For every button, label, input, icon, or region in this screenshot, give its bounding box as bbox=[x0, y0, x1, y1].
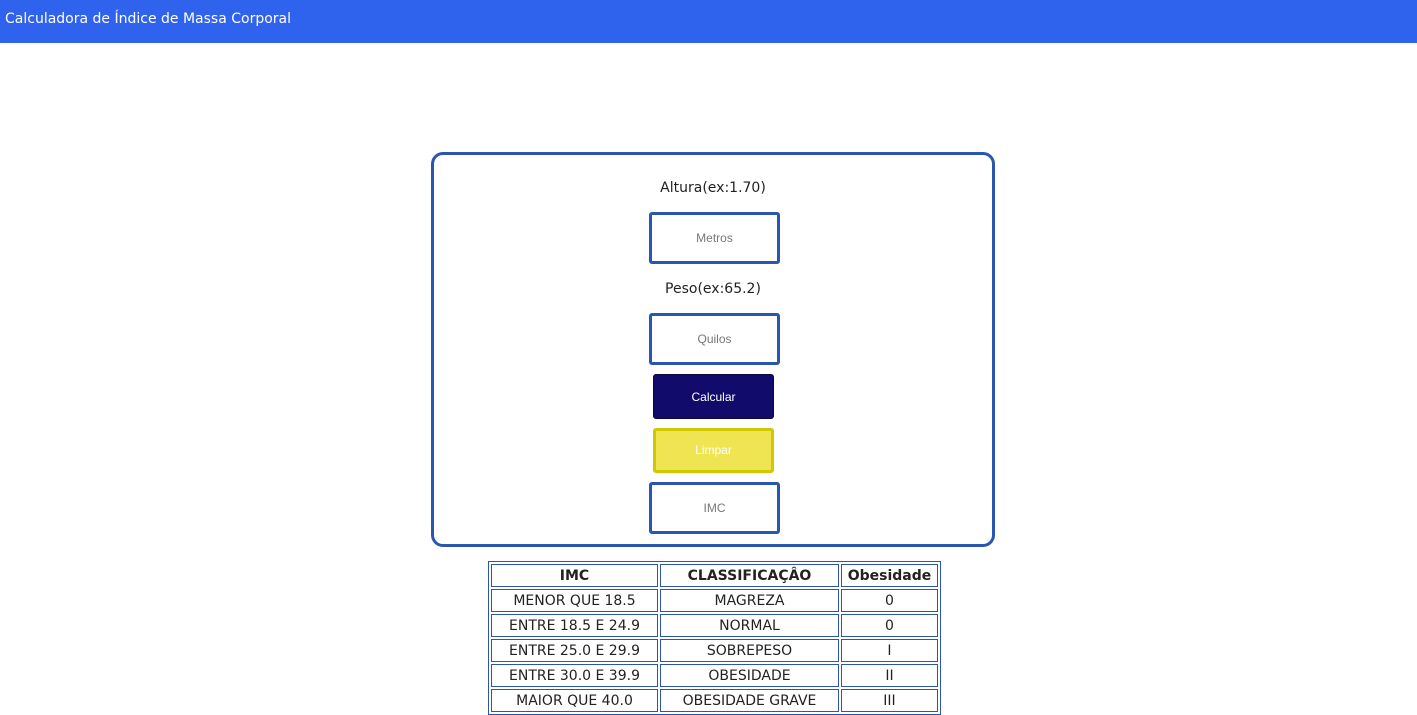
cell-imc: MENOR QUE 18.5 bbox=[491, 589, 658, 612]
cell-classification: OBESIDADE GRAVE bbox=[660, 689, 839, 712]
cell-obesity: II bbox=[841, 664, 938, 687]
table-header-row: IMC CLASSIFICAÇÂO Obesidade bbox=[491, 564, 938, 587]
app-header: Calculadora de Índice de Massa Corporal bbox=[0, 0, 1417, 43]
bmi-result-field[interactable] bbox=[649, 482, 780, 534]
cell-classification: NORMAL bbox=[660, 614, 839, 637]
clear-button[interactable]: Limpar bbox=[653, 428, 774, 473]
app-title: Calculadora de Índice de Massa Corporal bbox=[5, 11, 292, 27]
cell-obesity: I bbox=[841, 639, 938, 662]
column-header-classificacao: CLASSIFICAÇÂO bbox=[660, 564, 839, 587]
cell-imc: MAIOR QUE 40.0 bbox=[491, 689, 658, 712]
cell-obesity: III bbox=[841, 689, 938, 712]
column-header-obesidade: Obesidade bbox=[841, 564, 938, 587]
table-row: ENTRE 30.0 E 39.9 OBESIDADE II bbox=[491, 664, 938, 687]
bmi-form-card: Altura(ex:1.70) Peso(ex:65.2) Calcular L… bbox=[431, 152, 995, 547]
height-input[interactable] bbox=[649, 212, 780, 264]
calculate-button[interactable]: Calcular bbox=[653, 374, 774, 419]
cell-obesity: 0 bbox=[841, 589, 938, 612]
cell-obesity: 0 bbox=[841, 614, 938, 637]
weight-label: Peso(ex:65.2) bbox=[665, 281, 761, 297]
cell-imc: ENTRE 18.5 E 24.9 bbox=[491, 614, 658, 637]
cell-classification: MAGREZA bbox=[660, 589, 839, 612]
cell-imc: ENTRE 30.0 E 39.9 bbox=[491, 664, 658, 687]
column-header-imc: IMC bbox=[491, 564, 658, 587]
table-row: MENOR QUE 18.5 MAGREZA 0 bbox=[491, 589, 938, 612]
cell-imc: ENTRE 25.0 E 29.9 bbox=[491, 639, 658, 662]
table-row: ENTRE 25.0 E 29.9 SOBREPESO I bbox=[491, 639, 938, 662]
table-row: MAIOR QUE 40.0 OBESIDADE GRAVE III bbox=[491, 689, 938, 712]
weight-input[interactable] bbox=[649, 313, 780, 365]
cell-classification: OBESIDADE bbox=[660, 664, 839, 687]
bmi-classification-table: IMC CLASSIFICAÇÂO Obesidade MENOR QUE 18… bbox=[488, 561, 941, 715]
table-row: ENTRE 18.5 E 24.9 NORMAL 0 bbox=[491, 614, 938, 637]
height-label: Altura(ex:1.70) bbox=[660, 180, 766, 196]
cell-classification: SOBREPESO bbox=[660, 639, 839, 662]
